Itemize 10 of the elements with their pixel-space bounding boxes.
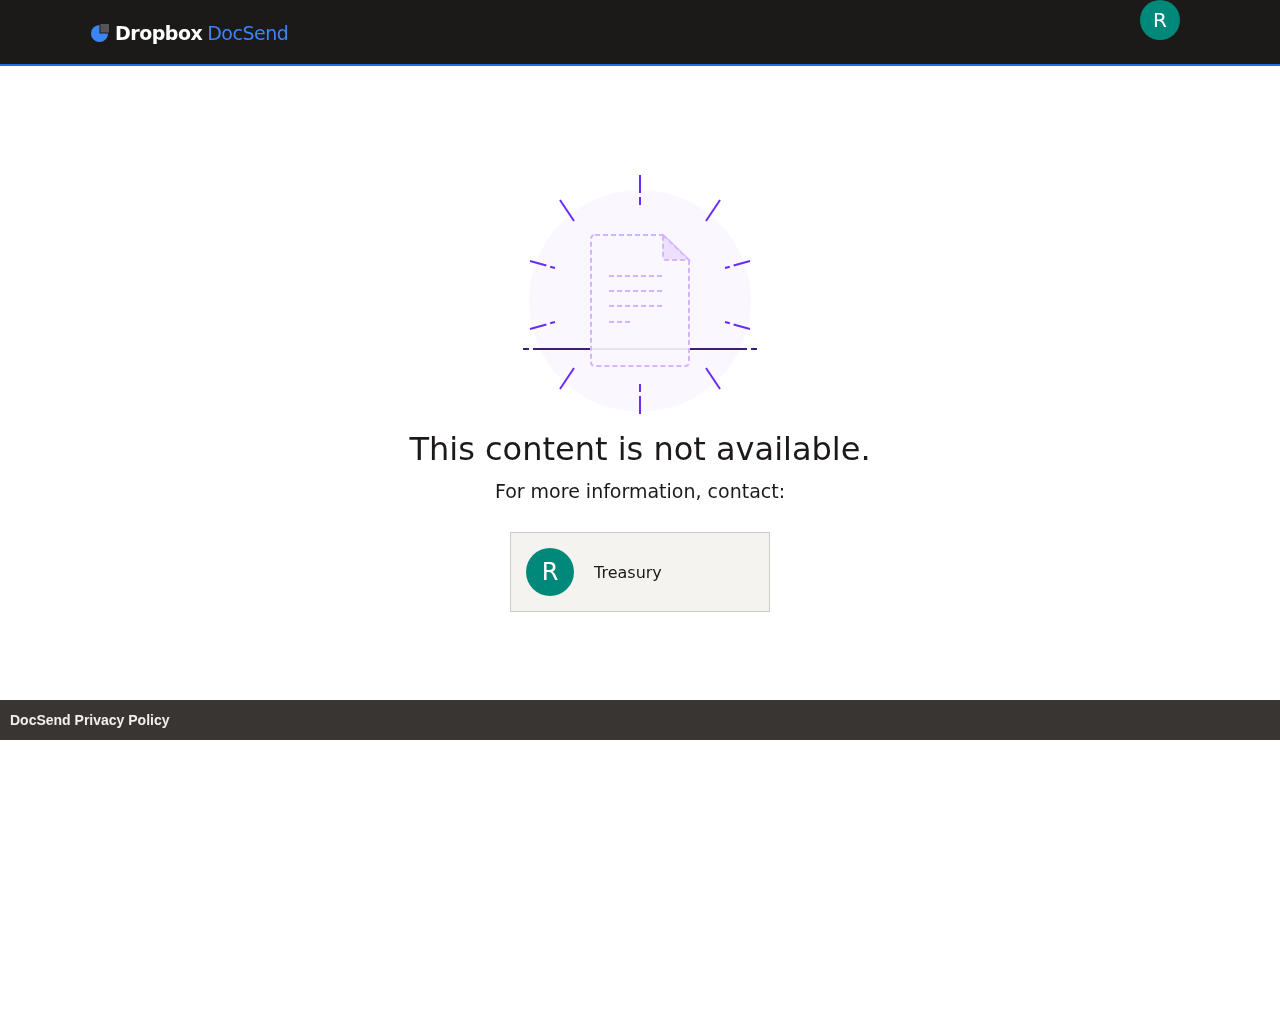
contact-name: Treasury (594, 562, 662, 582)
logo-product: DocSend (207, 22, 289, 44)
logo-brand: Dropbox (115, 22, 203, 44)
contact-avatar: R (526, 548, 574, 596)
error-title: This content is not available. (409, 430, 871, 468)
contact-card[interactable]: R Treasury (510, 532, 770, 612)
privacy-policy-link[interactable]: DocSend Privacy Policy (10, 712, 170, 728)
user-avatar[interactable]: R (1140, 0, 1180, 40)
contact-prompt: For more information, contact: (494, 480, 786, 502)
logo-icon (90, 23, 109, 43)
